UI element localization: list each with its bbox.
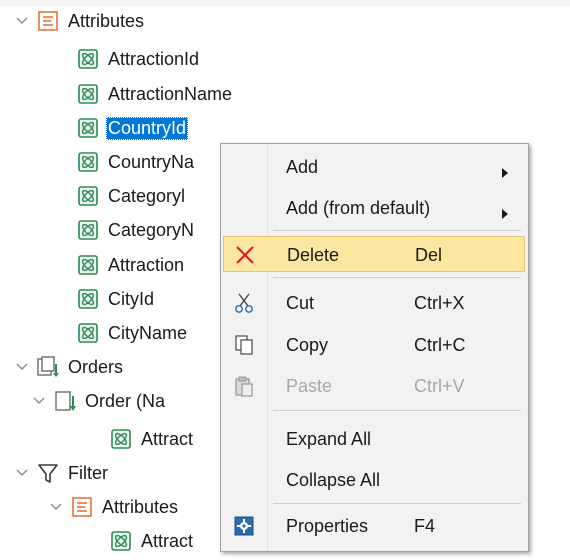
properties-icon — [233, 515, 255, 537]
chevron-down-icon[interactable] — [13, 352, 31, 382]
tree-item-label: CityId — [108, 288, 155, 309]
tree-item-label: Attraction — [108, 254, 185, 275]
tree-item-attribute[interactable]: Categoryl — [77, 181, 187, 211]
copy-icon — [233, 334, 255, 356]
menu-item-label: Add — [286, 157, 319, 177]
menu-separator — [273, 230, 521, 231]
tree-item-attribute[interactable]: Attraction — [77, 250, 186, 280]
menu-item-label: Delete — [287, 245, 340, 265]
tree-item-attribute[interactable]: Attract — [110, 424, 195, 454]
menu-item-paste: Paste Ctrl+V — [223, 368, 525, 404]
attribute-icon — [110, 428, 132, 450]
context-menu[interactable]: Add Add (from default) Delete Del Cut Ct… — [220, 143, 529, 552]
menu-separator — [273, 503, 521, 504]
tree-item-label: Categoryl — [108, 185, 186, 206]
menu-item-label: Collapse All — [286, 470, 381, 490]
tree-node-label: Orders — [68, 356, 124, 377]
menu-item-shortcut: Ctrl+X — [414, 293, 465, 313]
menu-item-label: Paste — [286, 376, 333, 396]
tree-item-attribute[interactable]: AttractionId — [77, 44, 201, 74]
submenu-arrow-icon — [501, 162, 509, 183]
menu-item-label: Add (from default) — [286, 198, 431, 218]
menu-item-collapse-all[interactable]: Collapse All — [223, 462, 525, 498]
menu-item-label: Cut — [286, 293, 315, 313]
tree-node-label: Attributes — [68, 10, 145, 31]
scissors-icon — [233, 292, 255, 314]
tree-item-label: CityName — [108, 322, 188, 343]
tree-item-label: Attract — [141, 428, 194, 449]
attributes-folder-icon — [71, 496, 93, 518]
chevron-down-icon[interactable] — [13, 6, 31, 36]
attribute-icon — [77, 185, 99, 207]
tree-item-attribute-selected[interactable]: CountryId — [77, 113, 189, 143]
menu-item-shortcut: Ctrl+C — [414, 335, 466, 355]
menu-item-label: Copy — [286, 335, 329, 355]
tree-item-attribute[interactable]: Attract — [110, 526, 195, 556]
tree-item-label: CountryId — [106, 116, 189, 140]
attribute-icon — [77, 254, 99, 276]
menu-item-shortcut: F4 — [414, 516, 436, 536]
tree-node-label: Filter — [68, 462, 108, 483]
tree-item-label: CategoryN — [108, 219, 195, 240]
attribute-icon — [77, 83, 99, 105]
filter-icon — [37, 462, 59, 484]
menu-item-add-from-default[interactable]: Add (from default) — [223, 190, 525, 226]
tree-item-attribute[interactable]: CountryNa — [77, 147, 196, 177]
tree-node-filter-attributes[interactable]: Attributes — [47, 492, 180, 522]
menu-item-add[interactable]: Add — [223, 149, 525, 185]
order-icon — [54, 390, 76, 412]
tree-item-attribute[interactable]: CityName — [77, 318, 189, 348]
orders-icon — [37, 356, 59, 378]
menu-item-label: Expand All — [286, 429, 372, 449]
attribute-icon — [77, 322, 99, 344]
tree-item-attribute[interactable]: CityId — [77, 284, 156, 314]
attribute-icon — [77, 48, 99, 70]
tree-item-label: AttractionName — [108, 83, 233, 104]
tree-node-order[interactable]: Order (Na — [30, 386, 167, 416]
chevron-down-icon[interactable] — [47, 492, 65, 522]
menu-item-copy[interactable]: Copy Ctrl+C — [223, 327, 525, 363]
menu-item-cut[interactable]: Cut Ctrl+X — [223, 285, 525, 321]
attribute-icon — [77, 117, 99, 139]
tree-item-label: Attract — [141, 530, 194, 551]
menu-separator — [273, 277, 521, 278]
tree-node-orders[interactable]: Orders — [13, 352, 125, 382]
attribute-icon — [77, 151, 99, 173]
tree-node-label: Order (Na — [85, 390, 166, 411]
tree-node-label: Attributes — [102, 496, 179, 517]
chevron-down-icon[interactable] — [30, 386, 48, 416]
menu-item-delete[interactable]: Delete Del — [223, 236, 525, 272]
menu-item-properties[interactable]: Properties F4 — [223, 508, 525, 544]
menu-item-expand-all[interactable]: Expand All — [223, 421, 525, 457]
attribute-icon — [77, 288, 99, 310]
menu-item-shortcut: Ctrl+V — [414, 376, 465, 396]
tree-node-attributes[interactable]: Attributes — [13, 6, 146, 36]
menu-item-label: Properties — [286, 516, 369, 536]
attribute-icon — [110, 530, 132, 552]
menu-item-shortcut: Del — [415, 245, 443, 265]
delete-icon — [234, 244, 256, 266]
tree-node-filter[interactable]: Filter — [13, 458, 110, 488]
tree-item-attribute[interactable]: CategoryN — [77, 215, 196, 245]
attribute-icon — [77, 219, 99, 241]
tree-item-attribute[interactable]: AttractionName — [77, 79, 234, 109]
attributes-folder-icon — [37, 10, 59, 32]
submenu-arrow-icon — [501, 203, 509, 224]
tree-item-label: CountryNa — [108, 151, 195, 172]
chevron-down-icon[interactable] — [13, 458, 31, 488]
paste-icon — [233, 375, 255, 397]
tree-item-label: AttractionId — [108, 48, 200, 69]
menu-separator — [273, 410, 521, 411]
